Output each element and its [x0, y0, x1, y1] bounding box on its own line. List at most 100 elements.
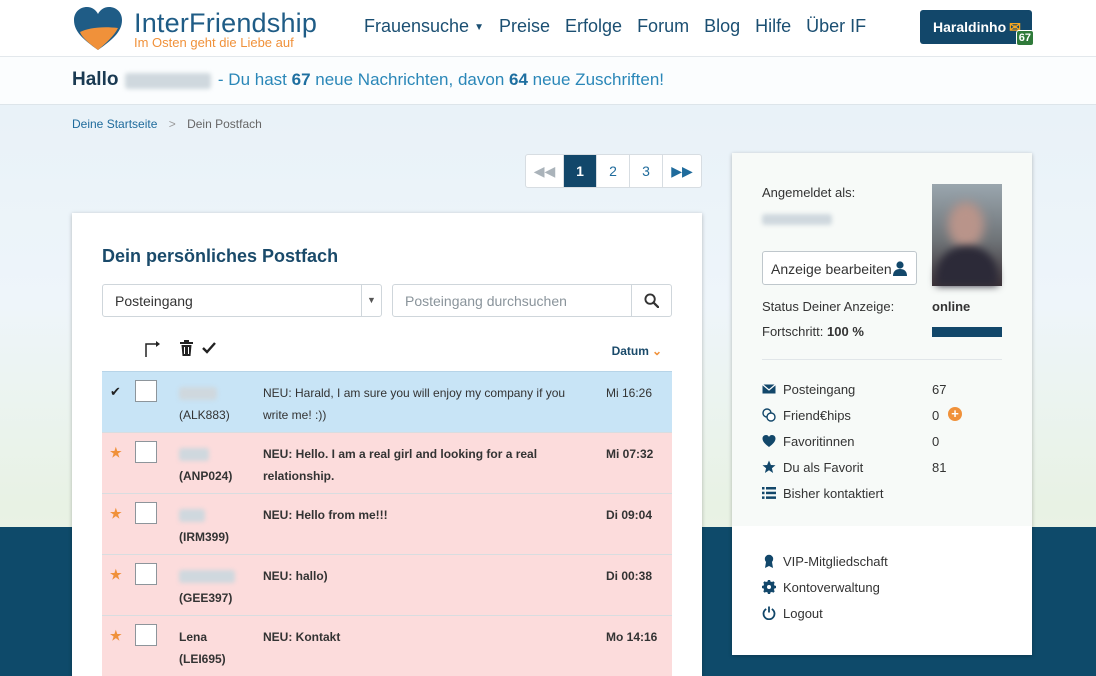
account-settings-link[interactable]: Kontoverwaltung — [762, 579, 1012, 599]
power-icon — [762, 606, 776, 620]
check-icon: ✔ — [110, 384, 121, 399]
breadcrumb-home[interactable]: Deine Startseite — [72, 117, 157, 131]
page-2-button[interactable]: 2 — [597, 155, 630, 187]
mark-read-check-icon[interactable] — [202, 342, 216, 354]
row-checkbox[interactable] — [135, 380, 157, 402]
heart-icon — [762, 435, 776, 447]
star-icon[interactable]: ★ — [110, 445, 122, 461]
logout-link[interactable]: Logout — [762, 605, 1012, 625]
user-icon — [893, 261, 907, 276]
stat-value: 81 — [932, 460, 947, 475]
page-3-button[interactable]: 3 — [630, 155, 663, 187]
sender-name — [179, 443, 232, 465]
sender-name — [179, 565, 235, 587]
message-list: ✔ (ALK883) NEU: Harald, I am sure you wi… — [102, 371, 672, 676]
edit-ad-button[interactable]: Anzeige bearbeiten — [762, 251, 917, 285]
blurred-sender-name — [179, 448, 209, 462]
table-row[interactable]: ★ (ANP024) NEU: Hello. I am a real girl … — [102, 432, 672, 493]
nav-erfolge[interactable]: Erfolge — [565, 16, 622, 37]
sender-code: (LEI695) — [179, 652, 226, 666]
brand-logo[interactable]: InterFriendship Im Osten geht die Liebe … — [72, 4, 332, 52]
star-icon[interactable]: ★ — [110, 628, 122, 644]
row-checkbox[interactable] — [135, 441, 157, 463]
greeting-part-3: neue Zuschriften! — [527, 70, 664, 89]
table-row[interactable]: ★ (IRM399) NEU: Hello from me!!! Di 09:0… — [102, 493, 672, 554]
caret-down-icon: ▼ — [361, 285, 381, 316]
star-icon[interactable]: ★ — [110, 567, 122, 583]
progress-label: Fortschritt: — [762, 324, 824, 339]
gear-icon — [762, 580, 776, 594]
last-page-button[interactable]: ▶▶ — [663, 155, 701, 187]
blurred-sender-name — [179, 387, 217, 401]
message-subject[interactable]: NEU: Harald, I am sure you will enjoy my… — [263, 382, 593, 426]
stat-friendchips[interactable]: Friend€hips 0 + — [762, 407, 1012, 427]
stat-posteingang[interactable]: Posteingang 67 — [762, 381, 1012, 401]
stat-label: Favoritinnen — [783, 434, 855, 449]
message-date: Mi 16:26 — [606, 386, 653, 400]
greeting-bar: Hallo - Du hast 67 neue Nachrichten, dav… — [0, 57, 1096, 105]
vip-membership-link[interactable]: VIP-Mitgliedschaft — [762, 553, 1012, 573]
mailbox-card: Dein persönliches Postfach Posteingang ▼… — [72, 213, 702, 676]
table-row[interactable]: ✔ (ALK883) NEU: Harald, I am sure you wi… — [102, 371, 672, 432]
folder-select[interactable]: Posteingang ▼ — [102, 284, 382, 317]
star-icon[interactable]: ★ — [110, 506, 122, 522]
link-label: VIP-Mitgliedschaft — [783, 554, 888, 569]
message-date: Di 09:04 — [606, 508, 653, 522]
search-input[interactable] — [393, 285, 631, 316]
stat-value: 0 — [932, 434, 940, 449]
breadcrumb-current: Dein Postfach — [187, 117, 262, 131]
message-subject[interactable]: NEU: hallo) — [263, 565, 593, 587]
nav-ueber-if[interactable]: Über IF — [806, 16, 866, 37]
heart-logo-icon — [74, 7, 122, 50]
add-credits-icon[interactable]: + — [948, 407, 962, 421]
user-menu-button[interactable]: Haraldinho ✉ 67 — [920, 10, 1034, 46]
caret-down-icon: ▼ — [474, 22, 484, 33]
nav-blog[interactable]: Blog — [704, 16, 740, 37]
progress-value: 100 % — [827, 324, 864, 339]
page-1-button[interactable]: 1 — [564, 155, 597, 187]
message-subject[interactable]: NEU: Hello from me!!! — [263, 504, 593, 526]
stat-value: 0 — [932, 408, 940, 423]
greeting-part-1: - Du hast — [213, 70, 292, 89]
stat-favoritinnen[interactable]: Favoritinnen 0 — [762, 433, 1012, 453]
message-sender: (ALK883) — [179, 382, 230, 426]
profile-photo[interactable] — [932, 184, 1002, 286]
trash-icon[interactable] — [180, 340, 193, 356]
double-chevron-left-icon: ◀◀ — [533, 163, 556, 179]
top-navbar: InterFriendship Im Osten geht die Liebe … — [0, 0, 1096, 57]
row-checkbox[interactable] — [135, 624, 157, 646]
nav-forum[interactable]: Forum — [637, 16, 689, 37]
date-header-label: Datum — [611, 344, 649, 358]
row-checkbox[interactable] — [135, 502, 157, 524]
search-button[interactable] — [631, 285, 671, 316]
blurred-username — [125, 72, 212, 89]
link-label: Kontoverwaltung — [783, 580, 880, 595]
username-label: Haraldinho — [933, 19, 1007, 35]
nav-frauensuche[interactable]: Frauensuche ▼ — [364, 16, 484, 37]
sender-name — [179, 382, 230, 404]
message-sender: (IRM399) — [179, 504, 229, 548]
blurred-sender-name — [179, 509, 205, 523]
first-page-button[interactable]: ◀◀ — [526, 155, 564, 187]
ad-status-label: Status Deiner Anzeige: — [762, 299, 895, 314]
message-sender: (ANP024) — [179, 443, 232, 487]
brand-tagline: Im Osten geht die Liebe auf — [134, 35, 294, 50]
message-subject[interactable]: NEU: Hello. I am a real girl and looking… — [263, 443, 593, 487]
nav-preise[interactable]: Preise — [499, 16, 550, 37]
pagination: ◀◀ 1 2 3 ▶▶ — [525, 154, 702, 188]
move-to-folder-icon[interactable] — [144, 340, 162, 358]
message-date: Mo 14:16 — [606, 630, 658, 644]
nav-hilfe[interactable]: Hilfe — [755, 16, 791, 37]
main-nav: Frauensuche ▼ Preise Erfolge Forum Blog H… — [364, 16, 881, 37]
stat-du-als-favorit[interactable]: Du als Favorit 81 — [762, 459, 1012, 479]
table-row[interactable]: ★ Lena (LEI695) NEU: Kontakt Mo 14:16 — [102, 615, 672, 676]
stat-bisher-kontaktiert[interactable]: Bisher kontaktiert — [762, 485, 1012, 505]
award-icon — [764, 554, 774, 568]
edit-ad-label: Anzeige bearbeiten — [771, 261, 892, 277]
row-checkbox[interactable] — [135, 563, 157, 585]
message-subject[interactable]: NEU: Kontakt — [263, 626, 593, 648]
stat-label: Du als Favorit — [783, 460, 864, 475]
envelope-icon — [762, 384, 776, 394]
table-row[interactable]: ★ (GEE397) NEU: hallo) Di 00:38 — [102, 554, 672, 615]
date-sort-header[interactable]: Datum ⌄ — [612, 344, 662, 358]
